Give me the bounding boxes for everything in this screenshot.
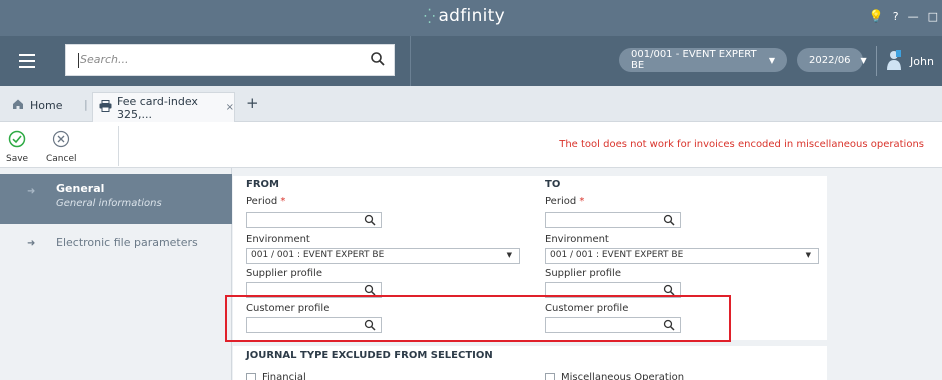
- sidebar-item-subtitle: General informations: [56, 198, 162, 209]
- checkbox-label: Miscellaneous Operation: [561, 372, 685, 380]
- tab-home[interactable]: Home: [12, 98, 62, 113]
- help-button[interactable]: ?: [893, 10, 899, 23]
- user-avatar-icon: [886, 50, 902, 73]
- tab-home-label: Home: [30, 99, 63, 112]
- checkbox-miscellaneous-operation[interactable]: Miscellaneous Operation: [545, 372, 684, 380]
- checkbox-box[interactable]: [246, 372, 256, 380]
- logo-dots-icon: ⁛: [424, 9, 436, 25]
- period-label: 2022/06: [809, 54, 851, 66]
- window-controls: 💡 ? — □: [869, 9, 938, 23]
- user-name: John: [910, 55, 934, 68]
- cancel-circle-icon: [52, 130, 70, 151]
- from-environment-value: 001 / 001 : EVENT EXPERT BE: [251, 250, 385, 260]
- save-button[interactable]: Save: [6, 130, 28, 164]
- chevron-down-icon: ▼: [805, 251, 811, 259]
- to-supplier-profile-label: Supplier profile: [545, 268, 621, 279]
- user-menu[interactable]: John: [886, 50, 934, 73]
- home-icon: [12, 98, 24, 113]
- cancel-label: Cancel: [46, 154, 77, 164]
- sidebar-item-electronic-file-parameters[interactable]: ➜ Electronic file parameters: [0, 234, 232, 258]
- search-icon[interactable]: [370, 51, 386, 70]
- save-label: Save: [6, 154, 29, 164]
- to-period-label: Period *: [545, 196, 585, 207]
- arrow-right-icon: ➜: [27, 238, 36, 249]
- maximize-button[interactable]: □: [928, 10, 938, 23]
- logo-text: adfinity: [438, 6, 506, 26]
- checkbox-label: Financial: [262, 372, 306, 380]
- title-bar: ⁛ adfinity 💡 ? — □: [0, 0, 942, 36]
- from-period-label: Period *: [246, 196, 286, 207]
- arrow-right-icon: ➜: [27, 186, 36, 197]
- from-environment-label: Environment: [246, 234, 310, 245]
- from-supplier-profile-label: Supplier profile: [246, 268, 322, 279]
- tab-fee-card-index[interactable]: Fee card-index 325,... ×: [92, 92, 235, 122]
- cancel-button[interactable]: Cancel: [46, 130, 77, 164]
- warning-message: The tool does not work for invoices enco…: [559, 139, 924, 150]
- to-period-field[interactable]: [545, 212, 681, 228]
- tab-separator: |: [84, 98, 88, 111]
- to-environment-select[interactable]: 001 / 001 : EVENT EXPERT BE ▼: [545, 248, 819, 264]
- to-header: TO: [545, 179, 561, 190]
- search-placeholder: Search...: [80, 53, 129, 66]
- menu-icon[interactable]: [8, 43, 46, 79]
- sidebar-item-title: General: [56, 182, 105, 195]
- tabs-bar: Home | Fee card-index 325,... × +: [0, 86, 942, 122]
- company-selector[interactable]: 001/001 - EVENT EXPERT BE ▼: [619, 48, 787, 72]
- checkbox-box[interactable]: [545, 372, 555, 380]
- sidebar-item-title: Electronic file parameters: [56, 236, 198, 249]
- top-toolbar: Search... 001/001 - EVENT EXPERT BE ▼ 20…: [0, 36, 942, 86]
- sidebar-item-general[interactable]: ➜ General General informations: [0, 174, 232, 224]
- search-icon[interactable]: [364, 214, 376, 229]
- minimize-button[interactable]: —: [908, 10, 919, 23]
- search-icon[interactable]: [663, 214, 675, 229]
- adfinity-logo: ⁛ adfinity: [424, 6, 505, 26]
- search-input[interactable]: Search...: [65, 44, 395, 76]
- chevron-down-icon: ▼: [506, 251, 512, 259]
- period-selector[interactable]: 2022/06 ▼: [797, 48, 867, 72]
- journal-type-header: JOURNAL TYPE EXCLUDED FROM SELECTION: [246, 350, 493, 361]
- chevron-down-icon: ▼: [860, 55, 867, 65]
- text-cursor: [78, 53, 79, 68]
- from-period-field[interactable]: [246, 212, 382, 228]
- to-environment-value: 001 / 001 : EVENT EXPERT BE: [550, 250, 684, 260]
- from-header: FROM: [246, 179, 279, 190]
- close-icon[interactable]: ×: [226, 102, 234, 113]
- to-environment-label: Environment: [545, 234, 609, 245]
- sidebar: ➜ General General informations ➜ Electro…: [0, 168, 232, 380]
- company-label: 001/001 - EVENT EXPERT BE: [631, 49, 757, 71]
- printer-icon: [99, 100, 112, 115]
- check-circle-icon: [8, 130, 26, 151]
- from-environment-select[interactable]: 001 / 001 : EVENT EXPERT BE ▼: [246, 248, 520, 264]
- action-bar: Save Cancel The tool does not work for i…: [0, 122, 942, 168]
- tab-label: Fee card-index 325,...: [117, 94, 198, 121]
- action-divider: [118, 126, 119, 166]
- lightbulb-icon[interactable]: 💡: [869, 9, 884, 23]
- toolbar-divider: [410, 36, 411, 86]
- add-tab-button[interactable]: +: [246, 94, 259, 112]
- toolbar-divider: [876, 46, 877, 76]
- chevron-down-icon: ▼: [768, 55, 775, 65]
- checkbox-financial[interactable]: Financial: [246, 372, 306, 380]
- highlight-box: [225, 295, 731, 342]
